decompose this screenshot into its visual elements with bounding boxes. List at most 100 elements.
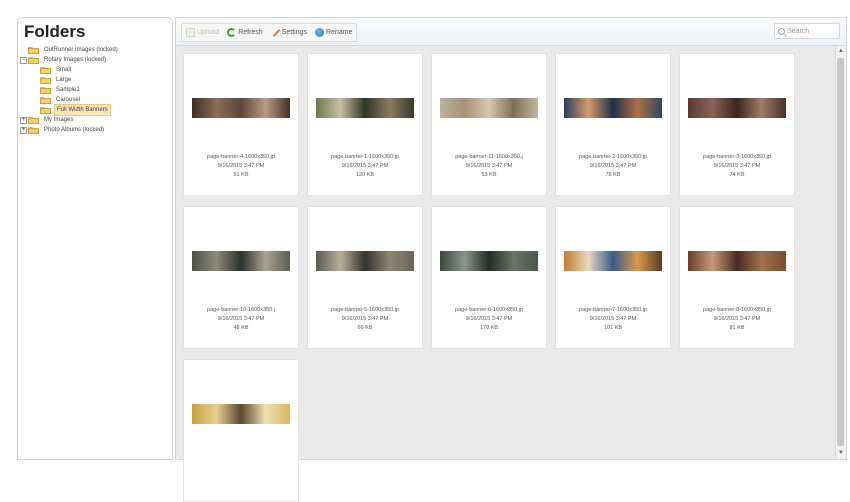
- folder-item[interactable]: Large: [18, 75, 172, 85]
- toolbar-buttons: Upload Refresh Settings Rename: [181, 23, 358, 42]
- thumbnail-image: [688, 251, 786, 271]
- file-card[interactable]: page-banner-2-1600x350.jp 9/16/2015 3:47 …: [555, 53, 671, 196]
- file-card[interactable]: page-banner-4-1600x350.jp 9/16/2015 3:47 …: [183, 53, 299, 196]
- folder-icon: [28, 56, 40, 64]
- folder-label: Photo Albums (locked): [44, 127, 105, 133]
- folder-item[interactable]: OutRunner Images (locked): [18, 45, 172, 55]
- folder-item[interactable]: Small: [18, 65, 172, 75]
- upload-button[interactable]: Upload: [186, 28, 219, 37]
- file-size: 51 KB: [233, 172, 249, 178]
- file-date: 9/16/2015 3:47 PM: [589, 163, 637, 169]
- file-date: 9/16/2015 3:47 PM: [465, 163, 513, 169]
- expand-icon[interactable]: +: [20, 116, 27, 124]
- collapse-icon[interactable]: −: [20, 56, 27, 64]
- thumbnail-image: [688, 98, 786, 118]
- file-card[interactable]: page-banner-11-1600x350.j 9/16/2015 3:47 …: [431, 53, 547, 196]
- file-card[interactable]: page-banner-5-1600x350.jp 9/16/2015 3:47 …: [307, 206, 423, 349]
- folder-icon: [28, 126, 40, 134]
- folder-item[interactable]: + Photo Albums (locked): [18, 125, 172, 135]
- file-date: 9/16/2015 3:47 PM: [589, 316, 637, 322]
- file-card[interactable]: page-banner-8-1600x350.jp 9/16/2015 3:47 …: [679, 206, 795, 349]
- file-size: 81 KB: [729, 325, 745, 331]
- folder-label: My Images: [44, 117, 74, 123]
- folder-item[interactable]: − Rotary Images (locked): [18, 55, 172, 65]
- file-card[interactable]: page-banner-1-1600x350.jp 9/16/2015 3:47 …: [307, 53, 423, 196]
- settings-button[interactable]: Settings: [271, 28, 307, 37]
- file-name: page-banner-3-1600x350.jp: [703, 154, 771, 160]
- search-input[interactable]: Search: [774, 23, 840, 39]
- file-name: page-banner-6-1600x350.jp: [455, 307, 523, 313]
- rename-label: Rename: [326, 29, 353, 36]
- file-name: page-banner-7-1600x350.jp: [579, 307, 647, 313]
- folder-label: OutRunner Images (locked): [44, 47, 118, 53]
- file-card[interactable]: page-banner-3-1600x350.jp 9/16/2015 3:47 …: [679, 53, 795, 196]
- refresh-label: Refresh: [238, 29, 263, 36]
- file-size: 66 KB: [357, 325, 373, 331]
- folder-icon: [40, 86, 52, 94]
- upload-icon: [186, 28, 195, 37]
- folder-icon: [40, 76, 52, 84]
- thumbnail-image: [440, 251, 538, 271]
- folder-item[interactable]: Full Width Banners: [18, 104, 172, 116]
- globe-icon: [315, 28, 324, 37]
- file-name: page-banner-2-1600x350.jp: [579, 154, 647, 160]
- file-name: page-banner-1-1600x350.jp: [331, 154, 399, 160]
- folder-item[interactable]: + My Images: [18, 115, 172, 125]
- file-date: 9/16/2015 3:47 PM: [217, 316, 265, 322]
- folder-label: Large: [56, 77, 72, 83]
- file-name: page-banner-4-1600x350.jp: [207, 154, 275, 160]
- thumbnail-image: [192, 404, 290, 424]
- file-date: 9/16/2015 3:47 PM: [217, 163, 265, 169]
- file-size: 120 KB: [355, 172, 375, 178]
- scroll-thumb[interactable]: [837, 58, 844, 446]
- scroll-up-arrow-icon[interactable]: ▲: [836, 46, 846, 56]
- file-size: 78 KB: [605, 172, 621, 178]
- folder-item[interactable]: Sample1: [18, 85, 172, 95]
- folder-icon: [40, 66, 52, 74]
- thumbnail-image: [192, 98, 290, 118]
- vertical-scrollbar[interactable]: ▲ ▼: [835, 46, 846, 458]
- refresh-icon: [227, 28, 237, 37]
- file-card[interactable]: page-banner-10-1600x350.j 9/16/2015 3:47 …: [183, 206, 299, 349]
- refresh-button[interactable]: Refresh: [227, 28, 263, 37]
- folder-icon: [28, 46, 40, 54]
- pencil-icon: [271, 28, 280, 37]
- thumbnail-image: [316, 251, 414, 271]
- file-date: 9/16/2015 3:47 PM: [341, 163, 389, 169]
- file-name: page-banner-5-1600x350.jp: [331, 307, 399, 313]
- thumbnail-image: [192, 251, 290, 271]
- upload-label: Upload: [197, 29, 220, 36]
- thumbnail-image: [440, 98, 538, 118]
- file-date: 9/16/2015 3:47 PM: [713, 316, 761, 322]
- scroll-down-arrow-icon[interactable]: ▼: [836, 448, 846, 458]
- file-name: page-banner-11-1600x350.j: [455, 154, 523, 160]
- folder-label: Sample1: [56, 87, 80, 93]
- folders-title: Folders: [24, 22, 86, 41]
- file-name: page-banner-10-1600x350.j: [207, 307, 275, 313]
- file-card[interactable]: page-banner-6-1600x350.jp 9/16/2015 3:47 …: [431, 206, 547, 349]
- expand-icon[interactable]: +: [20, 126, 27, 134]
- thumbnail-image: [564, 98, 662, 118]
- file-size: 48 KB: [233, 325, 249, 331]
- file-card[interactable]: [183, 359, 299, 502]
- folder-tree: OutRunner Images (locked) − Rotary Images …: [18, 45, 172, 135]
- search-icon: [778, 27, 785, 35]
- file-size: 74 KB: [729, 172, 745, 178]
- file-date: 9/16/2015 3:47 PM: [465, 316, 513, 322]
- rename-button[interactable]: Rename: [315, 28, 352, 37]
- file-size: 178 KB: [479, 325, 499, 331]
- file-size: 101 KB: [603, 325, 623, 331]
- search-placeholder: Search: [787, 27, 810, 35]
- file-date: 9/16/2015 3:47 PM: [341, 316, 389, 322]
- folder-label: Rotary Images (locked): [44, 57, 107, 63]
- file-size: 53 KB: [481, 172, 497, 178]
- thumbnail-image: [564, 251, 662, 271]
- folder-icon: [28, 116, 40, 124]
- file-card[interactable]: page-banner-7-1600x350.jp 9/16/2015 3:47 …: [555, 206, 671, 349]
